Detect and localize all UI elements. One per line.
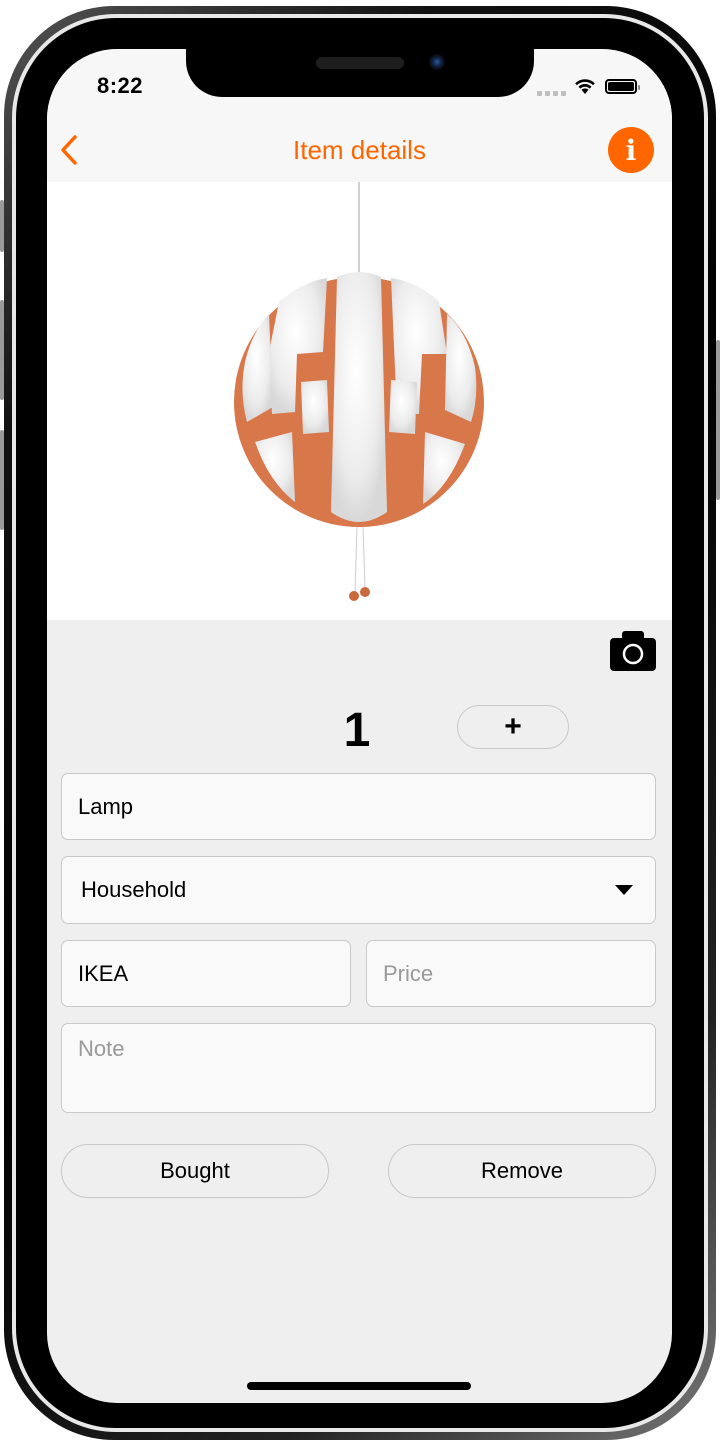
home-indicator[interactable] bbox=[247, 1382, 471, 1390]
price-field[interactable]: Price bbox=[366, 940, 656, 1007]
mute-switch bbox=[0, 200, 4, 252]
volume-down-button bbox=[0, 430, 4, 530]
bought-button[interactable]: Bought bbox=[61, 1144, 329, 1198]
category-selected-value: Household bbox=[81, 877, 187, 902]
volume-up-button bbox=[0, 300, 4, 400]
wifi-icon bbox=[575, 79, 595, 94]
info-icon: i bbox=[625, 133, 637, 167]
battery-icon bbox=[605, 79, 640, 94]
remove-button[interactable]: Remove bbox=[388, 1144, 656, 1198]
info-button[interactable]: i bbox=[608, 127, 654, 173]
navigation-bar: Item details i bbox=[47, 119, 672, 182]
category-dropdown[interactable]: Household bbox=[61, 856, 656, 924]
screen: 8:22 Item details i 1 + Lamp Household I… bbox=[47, 49, 672, 1403]
increment-quantity-button[interactable]: + bbox=[457, 705, 569, 749]
lamp-image bbox=[234, 182, 484, 601]
speaker-grille bbox=[316, 57, 404, 69]
chevron-down-icon bbox=[615, 885, 633, 895]
camera-icon bbox=[610, 631, 656, 671]
front-camera-icon bbox=[429, 54, 445, 70]
item-name-field[interactable]: Lamp bbox=[61, 773, 656, 840]
status-time: 8:22 bbox=[97, 73, 144, 98]
camera-button[interactable] bbox=[610, 631, 656, 671]
cellular-signal-icon bbox=[537, 91, 566, 96]
quantity-value: 1 bbox=[343, 704, 371, 757]
notch bbox=[186, 49, 534, 97]
store-field[interactable]: IKEA bbox=[61, 940, 351, 1007]
note-field[interactable]: Note bbox=[61, 1023, 656, 1113]
page-title: Item details bbox=[293, 135, 426, 165]
power-button bbox=[716, 340, 720, 500]
item-image bbox=[47, 182, 672, 620]
